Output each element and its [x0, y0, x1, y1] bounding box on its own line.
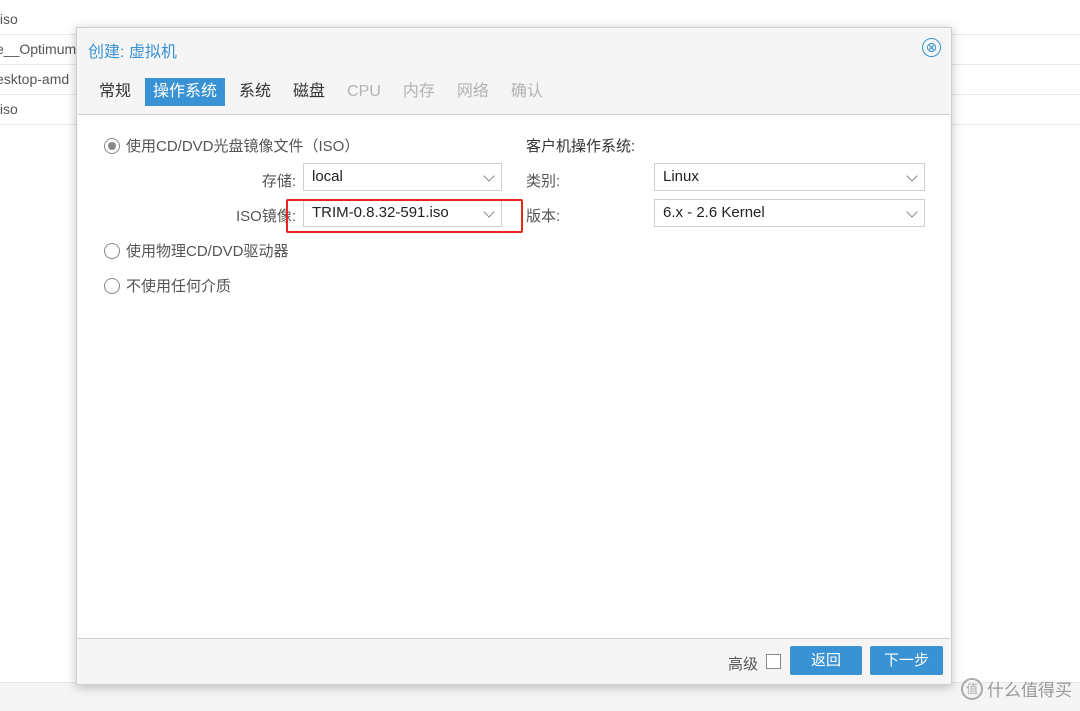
storage-label: 存储:: [261, 173, 296, 190]
advanced-checkbox[interactable]: [766, 654, 781, 669]
next-button[interactable]: 下一步: [870, 646, 943, 675]
watermark-text: 什么值得买: [987, 681, 1072, 700]
chevron-down-icon: [483, 170, 495, 182]
tab-os[interactable]: 操作系统: [145, 78, 226, 106]
tab-confirm: 确认: [510, 83, 543, 100]
watermark: 值 什么值得买: [961, 676, 1072, 701]
radio-circle-icon: [104, 277, 120, 294]
close-icon[interactable]: ⊗: [922, 38, 941, 57]
radio-label: 使用CD/DVD光盘镜像文件（ISO）: [126, 138, 360, 155]
dialog-title: 创建: 虚拟机: [88, 44, 177, 61]
tab-system[interactable]: 系统: [231, 78, 279, 106]
tab-bar: 常规 操作系统 系统 磁盘 CPU 内存 网络 确认: [91, 78, 557, 106]
radio-no-media[interactable]: 不使用任何介质: [104, 275, 231, 296]
radio-label: 不使用任何介质: [126, 278, 232, 295]
tab-general[interactable]: 常规: [91, 78, 139, 106]
tab-cpu: CPU: [347, 83, 381, 100]
back-button[interactable]: 返回: [790, 646, 862, 675]
advanced-label: 高级: [728, 656, 759, 673]
storage-select[interactable]: local: [303, 163, 502, 191]
os-version-select[interactable]: 6.x - 2.6 Kernel: [654, 199, 925, 227]
chevron-down-icon: [906, 170, 918, 182]
radio-use-iso[interactable]: 使用CD/DVD光盘镜像文件（ISO）: [104, 135, 359, 156]
os-type-select[interactable]: Linux: [654, 163, 925, 191]
guest-os-title: 客户机操作系统:: [526, 138, 636, 155]
radio-circle-icon: [104, 137, 120, 154]
os-settings-panel: 使用CD/DVD光盘镜像文件（ISO） 存储: local ISO镜像: TRI…: [78, 114, 950, 639]
tab-memory: 内存: [402, 83, 435, 100]
chevron-down-icon: [906, 206, 918, 218]
iso-label: ISO镜像:: [235, 208, 296, 225]
highlight-box: [286, 199, 523, 233]
radio-use-physical-drive[interactable]: 使用物理CD/DVD驱动器: [104, 240, 289, 261]
tab-disk[interactable]: 磁盘: [285, 78, 333, 106]
os-type-value: Linux: [663, 168, 699, 185]
create-vm-dialog: 创建: 虚拟机 ⊗ 常规 操作系统 系统 磁盘 CPU 内存 网络 确认 使用C…: [76, 27, 952, 685]
os-version-label: 版本:: [526, 208, 561, 225]
dialog-footer: 高级 返回 下一步: [77, 637, 951, 684]
background-footer: [0, 682, 1080, 711]
os-version-value: 6.x - 2.6 Kernel: [663, 204, 765, 221]
watermark-logo-icon: 值: [961, 677, 983, 700]
radio-circle-icon: [104, 242, 120, 259]
os-type-label: 类别:: [526, 173, 561, 190]
storage-value: local: [312, 168, 343, 185]
radio-label: 使用物理CD/DVD驱动器: [126, 243, 289, 260]
tab-network: 网络: [456, 83, 489, 100]
